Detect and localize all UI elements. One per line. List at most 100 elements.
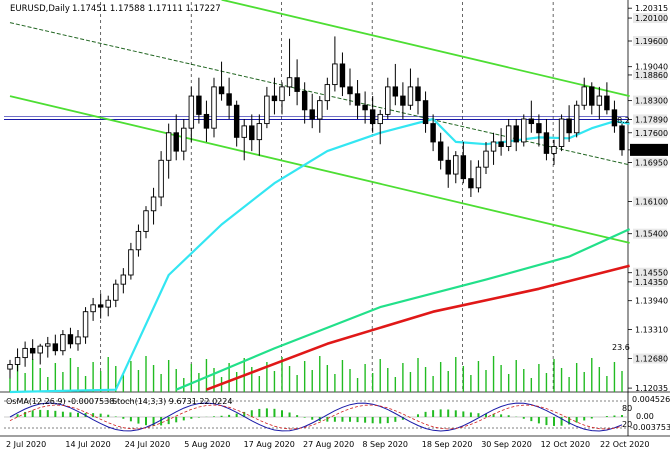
candle-body	[422, 100, 429, 125]
candle-body	[279, 86, 285, 102]
candle-body	[528, 118, 535, 125]
time-axis: 2 Jul 2020 14 Jul 2020 24 Jul 2020 5 Aug 20…	[6, 440, 649, 449]
candle-body	[566, 118, 572, 134]
candle-body	[196, 95, 202, 115]
candle-body	[60, 334, 66, 352]
price-tick-label: 1.12035	[635, 384, 668, 393]
candle-body	[226, 93, 232, 106]
candle-body	[120, 274, 127, 285]
time-tick-label: 24 Jul 2020	[125, 440, 170, 449]
fib-236-label: 23.6	[612, 343, 630, 352]
candle-body	[513, 125, 519, 143]
price-tick: 1.20100	[628, 13, 668, 24]
candle-body	[354, 93, 361, 106]
candle-body	[369, 109, 376, 125]
candle-body	[400, 95, 406, 106]
time-tick-label: 27 Aug 2020	[303, 440, 354, 449]
time-tick-label: 18 Sep 2020	[422, 440, 473, 449]
candle-body	[301, 91, 308, 111]
price-tick-label: 1.16950	[635, 159, 668, 168]
candle-body	[256, 123, 263, 141]
candle-body	[211, 86, 217, 129]
candle-body	[22, 347, 28, 359]
candle-body	[604, 95, 610, 111]
price-tick: 1.14550	[628, 267, 668, 278]
candle-body	[249, 125, 255, 141]
candle-body	[536, 123, 542, 134]
current-price-label: 1.17227	[634, 146, 667, 155]
candle-body	[589, 86, 595, 106]
stoch-bottom: 20	[622, 420, 632, 429]
candle	[521, 114, 527, 147]
candle-body	[82, 311, 89, 338]
candle-body	[309, 109, 315, 120]
candle-body	[468, 178, 474, 189]
candle	[573, 100, 580, 138]
candle-body	[128, 249, 134, 276]
candle-body	[347, 86, 353, 95]
stoch-top: 80	[622, 404, 632, 413]
price-tick-label: 1.18300	[635, 97, 668, 106]
candle-body	[294, 77, 300, 92]
candle-body	[135, 230, 142, 251]
candle-body	[45, 343, 51, 347]
time-tick-label: 8 Sep 2020	[362, 440, 408, 449]
price-tick-label: 1.18860	[635, 71, 668, 80]
candle-body	[75, 336, 81, 345]
price-tick: 1.16950	[628, 157, 668, 168]
candle-body	[619, 125, 625, 151]
candle-body	[483, 150, 489, 168]
candle-body	[505, 125, 512, 147]
candle-body	[188, 95, 195, 129]
price-tick: 1.19600	[628, 36, 668, 46]
price-tick-label: 1.14350	[635, 278, 668, 287]
price-tick: 1.15400	[628, 228, 668, 239]
price-tick: 1.16100	[628, 196, 668, 207]
price-tick: 1.14350	[628, 276, 668, 287]
candle	[558, 114, 565, 152]
candle-body	[498, 141, 504, 147]
candle-body	[551, 146, 557, 154]
price-tick-label: 1.20315	[635, 4, 668, 13]
candle-body	[52, 343, 59, 352]
candle-body	[29, 347, 36, 354]
candle-body	[339, 63, 346, 88]
candle-body	[218, 86, 225, 95]
time-tick-label: 5 Aug 2020	[184, 440, 230, 449]
price-tick-label: 1.15400	[635, 230, 668, 239]
time-tick-label: 30 Sep 2020	[481, 440, 532, 449]
candle-body	[158, 159, 164, 198]
price-tick-label: 1.14550	[635, 269, 668, 278]
candle-body	[165, 132, 172, 161]
ohlc-readout: 1.17451 1.17588 1.17111 1.17227	[72, 4, 221, 14]
candle-body	[377, 113, 383, 125]
candle-body	[37, 345, 43, 354]
candle-body	[392, 86, 399, 97]
candle-body	[521, 118, 527, 143]
price-tick-label: 1.17600	[635, 129, 668, 138]
candle-body	[490, 141, 497, 152]
price-tick: 1.17600	[628, 127, 668, 138]
price-tick-label: 1.13310	[635, 326, 668, 335]
price-tick-label: 1.20100	[635, 14, 668, 23]
candle-body	[264, 95, 270, 125]
price-tick-label: 1.19600	[635, 37, 668, 46]
price-tick-label: 1.17890	[635, 115, 668, 124]
candle-body	[67, 334, 74, 345]
candle-body	[181, 127, 187, 152]
candle-body	[437, 141, 444, 161]
candle-body	[573, 104, 580, 134]
candle-body	[97, 304, 104, 308]
candle-body	[286, 77, 293, 88]
candle	[211, 77, 217, 138]
candle-body	[475, 166, 482, 189]
price-tick: 1.18300	[628, 95, 668, 106]
price-tick-label: 1.13940	[635, 297, 668, 306]
candle-body	[143, 210, 149, 232]
candle-body	[7, 364, 13, 370]
osc-scale-bottom: -0.0037534	[630, 423, 670, 432]
price-tick-label: 1.16100	[635, 198, 668, 207]
fib-382-label: 38.2	[612, 116, 630, 125]
stoch-label: Stoch(14,3,3) 9.6731 22.0224	[112, 397, 232, 406]
candle-body	[150, 196, 157, 212]
